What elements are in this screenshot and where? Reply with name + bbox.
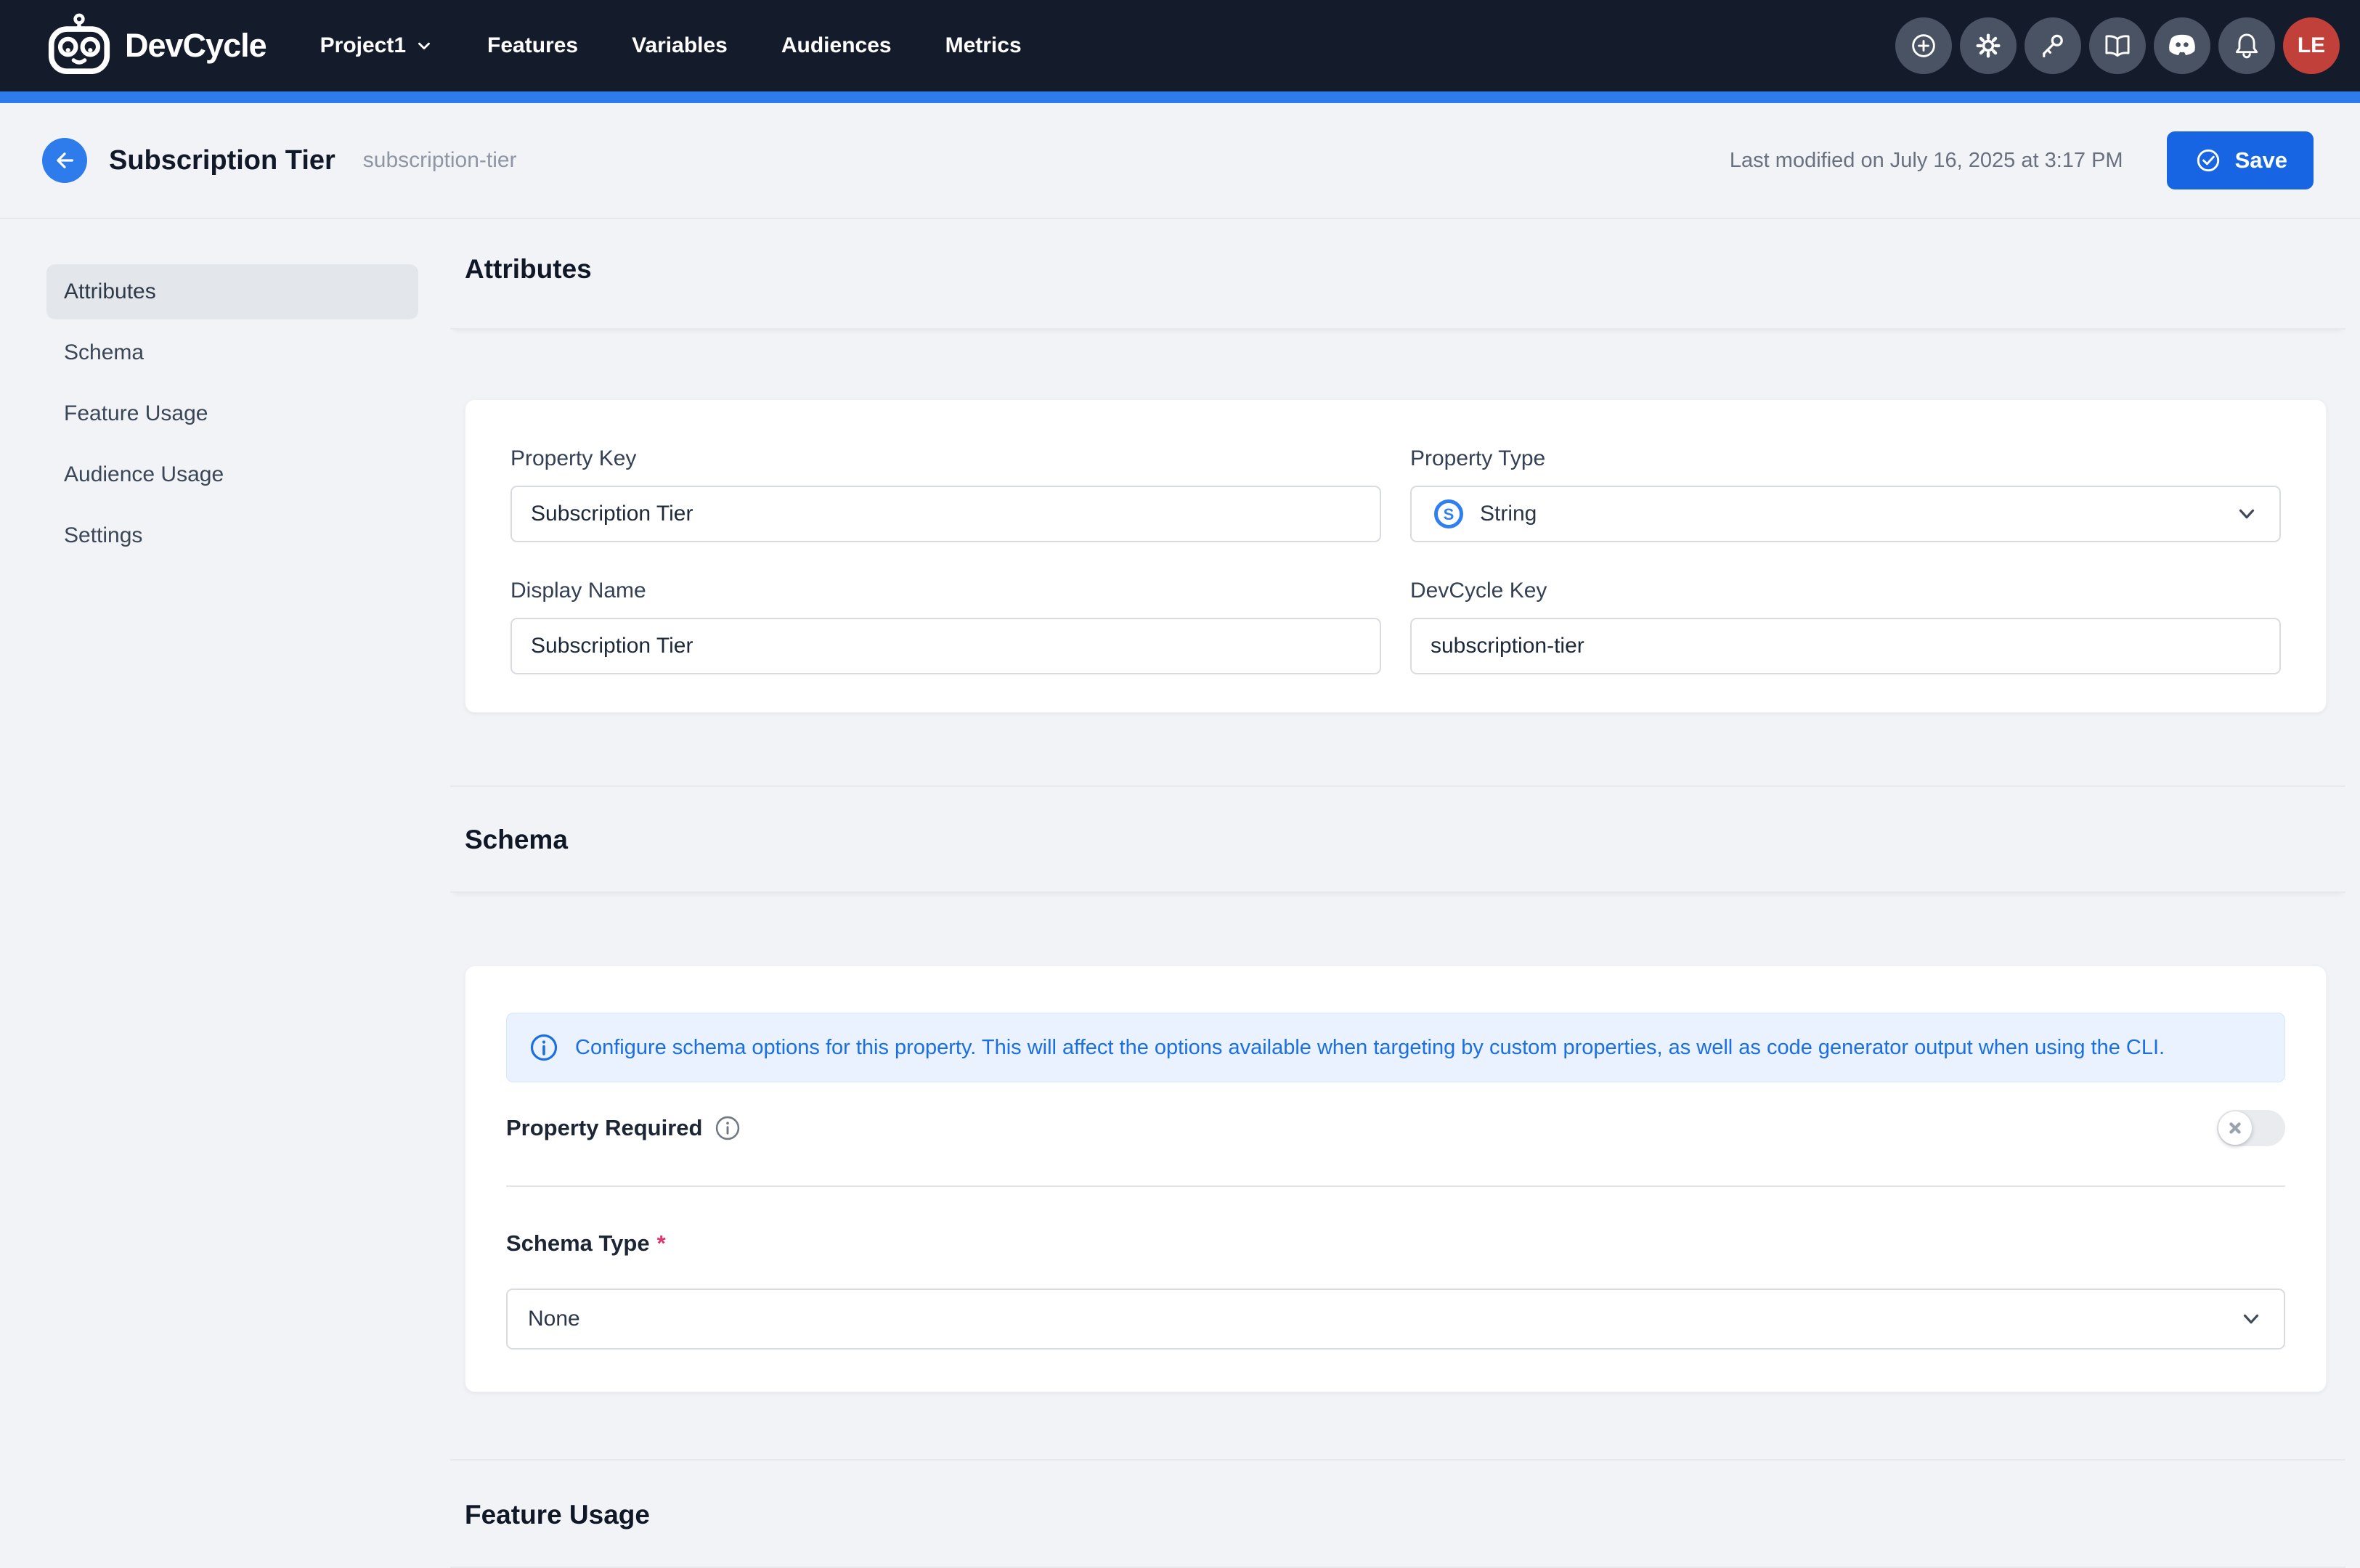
page-header: Subscription Tier subscription-tier Last… [0, 103, 2360, 219]
sidebar-item-settings[interactable]: Settings [46, 508, 418, 563]
main-panel: Attributes Property Key Property Type S … [450, 219, 2345, 1568]
api-key-icon[interactable] [2025, 17, 2081, 74]
discord-icon[interactable] [2154, 17, 2210, 74]
page-key: subscription-tier [363, 148, 517, 173]
save-button-label: Save [2235, 147, 2287, 173]
property-type-field: Property Type S String [1410, 446, 2281, 542]
attributes-card: Property Key Property Type S String [465, 399, 2327, 713]
info-circle-icon [529, 1032, 559, 1063]
attributes-section-header: Attributes [450, 219, 2345, 330]
nav-item-variables[interactable]: Variables [632, 33, 728, 58]
page-title: Subscription Tier [109, 145, 335, 176]
schema-info-text: Configure schema options for this proper… [575, 1036, 2165, 1060]
feature-usage-heading: Feature Usage [465, 1500, 2340, 1530]
accent-strip [0, 91, 2360, 103]
chevron-down-icon [415, 36, 434, 55]
docs-book-icon[interactable] [2089, 17, 2146, 74]
user-avatar[interactable]: LE [2283, 17, 2340, 74]
property-key-field: Property Key [510, 446, 1381, 542]
devcycle-key-field: DevCycle Key [1410, 579, 2281, 674]
navbar-actions: LE [1895, 17, 2340, 74]
property-key-label: Property Key [510, 446, 1381, 471]
content-area: Attributes Schema Feature Usage Audience… [0, 219, 2360, 1568]
toggle-off-x-icon [2228, 1121, 2242, 1135]
property-required-label-group: Property Required [506, 1114, 741, 1142]
property-required-label: Property Required [506, 1115, 702, 1141]
property-type-label: Property Type [1410, 446, 2281, 471]
info-circle-icon [714, 1114, 741, 1142]
settings-sidebar: Attributes Schema Feature Usage Audience… [0, 219, 450, 569]
sidebar-item-schema[interactable]: Schema [46, 325, 418, 380]
chevron-down-icon [2239, 1307, 2263, 1331]
settings-gear-icon[interactable] [1960, 17, 2017, 74]
notifications-bell-icon[interactable] [2218, 17, 2275, 74]
property-key-input[interactable] [510, 486, 1381, 542]
nav-item-metrics[interactable]: Metrics [945, 33, 1022, 58]
devcycle-logo[interactable]: DevCycle [44, 10, 266, 81]
display-name-input[interactable] [510, 618, 1381, 674]
nav-item-audiences[interactable]: Audiences [781, 33, 892, 58]
sidebar-item-attributes[interactable]: Attributes [46, 264, 418, 319]
card-divider [506, 1185, 2285, 1187]
brand-name: DevCycle [125, 27, 266, 65]
property-required-toggle[interactable] [2217, 1110, 2285, 1146]
check-circle-icon [2193, 145, 2223, 176]
display-name-field: Display Name [510, 579, 1381, 674]
schema-type-select[interactable]: None [506, 1289, 2285, 1349]
schema-heading: Schema [465, 825, 2340, 855]
back-button[interactable] [42, 138, 87, 183]
schema-type-label: Schema Type [506, 1230, 650, 1257]
schema-type-label-group: Schema Type * [506, 1230, 2285, 1257]
nav-item-features[interactable]: Features [487, 33, 578, 58]
sidebar-item-feature-usage[interactable]: Feature Usage [46, 386, 418, 441]
property-required-row: Property Required [506, 1110, 2285, 1146]
property-type-select[interactable]: S String [1410, 486, 2281, 542]
schema-info-banner: Configure schema options for this proper… [506, 1013, 2285, 1082]
togglebot-robot-icon [44, 10, 115, 81]
sidebar-item-audience-usage[interactable]: Audience Usage [46, 447, 418, 502]
schema-type-value: None [528, 1307, 580, 1331]
devcycle-key-input[interactable] [1410, 618, 2281, 674]
add-circle-icon[interactable] [1895, 17, 1952, 74]
last-modified-text: Last modified on July 16, 2025 at 3:17 P… [1730, 149, 2123, 173]
save-button[interactable]: Save [2167, 131, 2314, 189]
svg-text:S: S [1444, 505, 1454, 523]
nav-item-project-label: Project1 [320, 33, 406, 58]
schema-card: Configure schema options for this proper… [465, 965, 2327, 1392]
display-name-label: Display Name [510, 579, 1381, 603]
property-type-value: String [1480, 502, 1537, 526]
main-nav: Project1 Features Variables Audiences Me… [320, 33, 1022, 58]
nav-item-project[interactable]: Project1 [320, 33, 434, 58]
top-navbar: DevCycle Project1 Features Variables Aud… [0, 0, 2360, 91]
chevron-down-icon [2234, 502, 2259, 526]
toggle-knob [2218, 1111, 2252, 1145]
header-right: Last modified on July 16, 2025 at 3:17 P… [1730, 131, 2314, 189]
devcycle-key-label: DevCycle Key [1410, 579, 2281, 603]
string-type-icon: S [1432, 497, 1465, 531]
arrow-left-icon [52, 148, 77, 173]
required-mark: * [657, 1230, 666, 1257]
schema-section-header: Schema [450, 785, 2345, 893]
attributes-heading: Attributes [465, 254, 2340, 285]
